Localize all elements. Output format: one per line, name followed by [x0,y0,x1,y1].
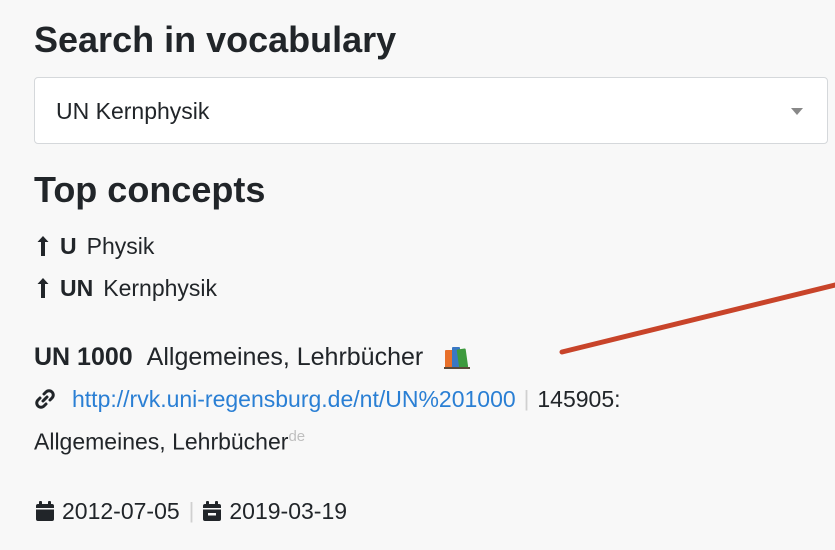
separator: | [523,386,530,411]
concept-label: Allgemeines, Lehrbücher [146,342,424,371]
concept-notation: UN 1000 [34,342,133,371]
top-concept-notation: U [60,232,77,259]
link-icon [35,389,55,409]
pref-label: Allgemeines, Lehrbücher [34,428,289,455]
modified-date: 2019-03-19 [229,497,348,524]
concept-uri-row: http://rvk.uni-regensburg.de/nt/UN%20100… [34,384,621,414]
arrow-up-icon [37,278,49,298]
top-concept-label: Kernphysik [103,274,218,301]
top-concept-item[interactable]: UN Kernphysik [36,274,217,302]
concept-uri-link[interactable]: http://rvk.uni-regensburg.de/nt/UN%20100… [72,386,516,413]
concept-title: UN 1000 Allgemeines, Lehrbücher [34,341,471,373]
search-heading: Search in vocabulary [34,19,397,60]
vocabulary-select-value: UN Kernphysik [56,98,210,124]
top-concept-item[interactable]: U Physik [36,232,154,260]
concept-id: 145905: [537,385,621,412]
arrow-up-icon [37,236,49,256]
concept-dates: 2012-07-05 | 2019-03-19 [34,496,347,526]
language-tag: de [288,428,306,445]
top-concept-label: Physik [86,232,155,259]
chevron-down-icon [791,108,803,115]
top-concept-notation: UN [60,274,94,301]
books-icon[interactable] [443,344,471,370]
vocabulary-select[interactable]: UN Kernphysik [34,77,828,144]
calendar-minus-icon [203,501,222,521]
pref-label-line: Allgemeines, Lehrbücherde [34,428,305,456]
created-date: 2012-07-05 [62,497,180,524]
top-concepts-heading: Top concepts [34,169,266,210]
vocabulary-panel: Search in vocabulary UN Kernphysik Top c… [0,0,835,550]
separator: | [188,498,195,523]
calendar-icon [36,501,54,521]
